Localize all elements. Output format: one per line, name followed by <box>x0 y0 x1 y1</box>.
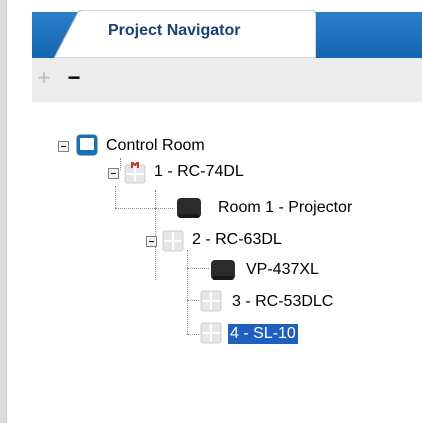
tree-item-label: Control Room <box>106 137 205 154</box>
tree-item-room-1-projector[interactable]: Room 1 - Projector <box>176 196 416 220</box>
controller-icon <box>200 290 222 317</box>
room-icon <box>76 134 98 161</box>
tab-strip: Project Navigator <box>32 0 422 58</box>
project-tree: Control Room 1 - RC-74DL Room 1 - Projec… <box>32 102 422 423</box>
tree-line <box>187 268 209 269</box>
left-gutter <box>7 0 32 423</box>
controller-icon <box>200 322 222 349</box>
collapse-toggle[interactable] <box>108 168 119 179</box>
navigator-toolbar: + − <box>32 58 422 103</box>
project-navigator-window: Project Navigator + − Control Room 1 - R… <box>0 0 422 423</box>
collapse-toggle[interactable] <box>146 236 157 247</box>
tree-item-rc-53dlc[interactable]: 3 - RC-53DLC <box>200 290 400 314</box>
tree-item-label: 3 - RC-53DLC <box>232 293 334 310</box>
tree-item-vp-437xl[interactable]: VP-437XL <box>210 258 390 282</box>
device-icon <box>210 258 236 287</box>
tree-line <box>115 186 116 208</box>
tab-label: Project Navigator <box>108 22 241 39</box>
tree-item-control-room[interactable]: Control Room <box>56 134 286 158</box>
tab-project-navigator[interactable]: Project Navigator <box>54 10 316 58</box>
tree-item-label: Room 1 - Projector <box>218 199 353 216</box>
tree-line <box>187 250 188 334</box>
remove-button[interactable]: − <box>62 66 86 90</box>
tree-item-label: 2 - RC-63DL <box>192 231 282 248</box>
tree-item-rc-74dl[interactable]: 1 - RC-74DL <box>106 159 306 184</box>
projector-icon <box>176 196 202 225</box>
tree-item-sl-10[interactable]: 4 - SL-10 <box>200 322 400 346</box>
collapse-toggle[interactable] <box>58 141 69 152</box>
tree-line <box>187 334 199 335</box>
left-splitter[interactable] <box>0 0 7 423</box>
tree-item-label: 1 - RC-74DL <box>154 163 244 180</box>
controller-icon <box>162 230 184 257</box>
tree-item-rc-63dl[interactable]: 2 - RC-63DL <box>144 228 364 252</box>
tree-item-label: VP-437XL <box>246 261 319 278</box>
tree-item-label: 4 - SL-10 <box>228 324 298 344</box>
add-button[interactable]: + <box>32 66 56 90</box>
controller-alert-icon <box>124 159 146 189</box>
tree-line <box>187 300 199 301</box>
tree-line <box>155 208 173 209</box>
